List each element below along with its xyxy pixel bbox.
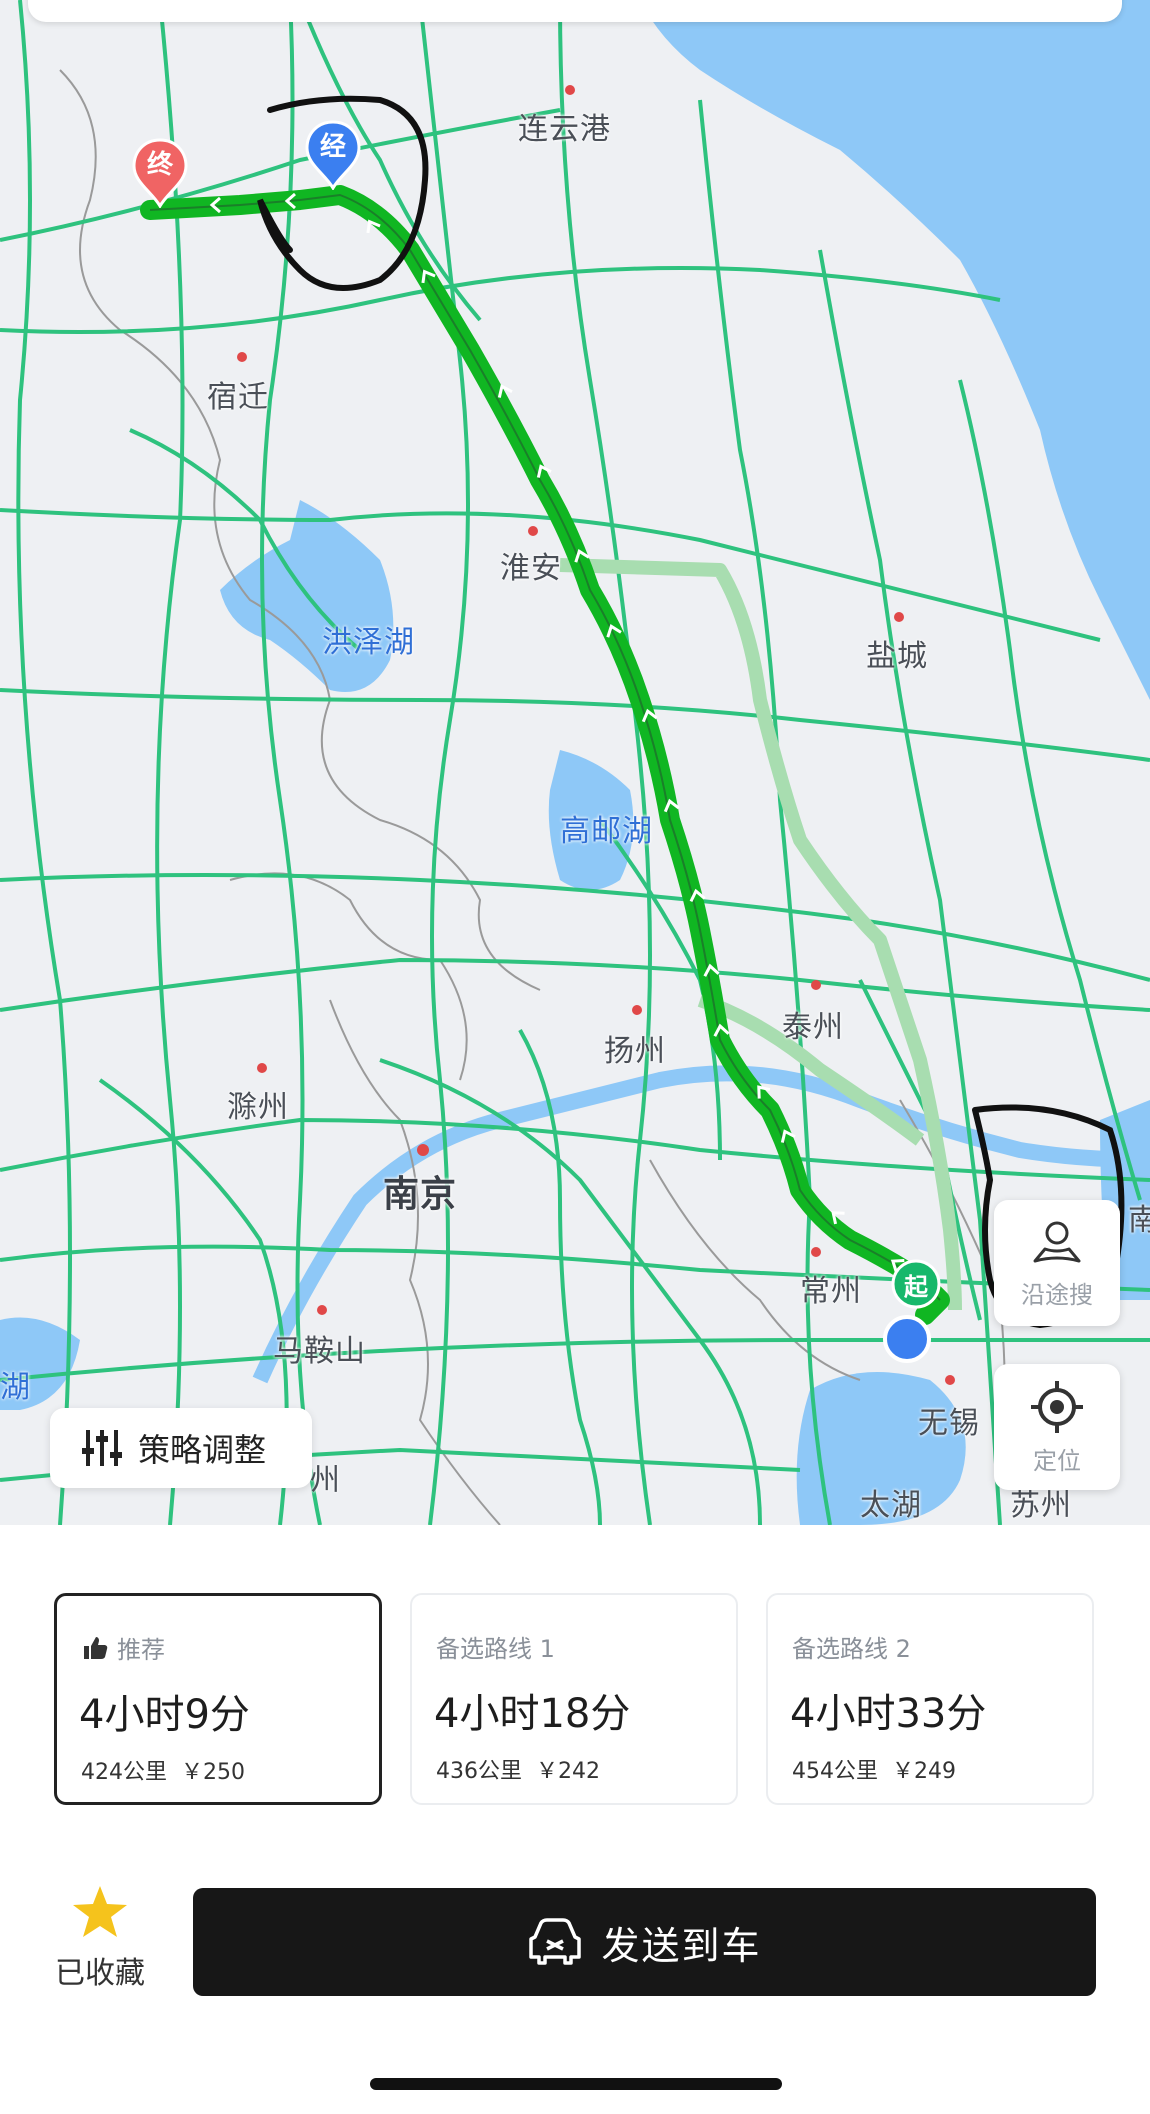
- route-duration: 4小时33分: [790, 1691, 987, 1737]
- route-card-alt-2[interactable]: 备选路线 2 4小时33分 454公里 ￥249: [766, 1593, 1094, 1805]
- strategy-adjust-label: 策略调整: [138, 1431, 267, 1469]
- city-label-chuzhou: 滁州: [227, 1090, 289, 1125]
- send-to-car-label: 发送到车: [601, 1923, 762, 1968]
- start-marker-label: 起: [904, 1272, 928, 1301]
- city-label-nanjing: 南京: [383, 1174, 458, 1215]
- route-meta: 454公里 ￥249: [792, 1753, 956, 1785]
- locate-button[interactable]: 定位: [994, 1364, 1120, 1490]
- start-marker[interactable]: 起: [890, 1258, 942, 1310]
- route-toll: ￥250: [181, 1760, 245, 1785]
- route-toll: ￥242: [536, 1759, 600, 1784]
- city-label-yangzhou: 扬州: [604, 1034, 666, 1069]
- route-tag-label: 备选路线 1: [436, 1635, 555, 1663]
- route-distance: 424公里: [81, 1760, 167, 1785]
- along-search-label: 沿途搜: [1021, 1280, 1093, 1309]
- route-duration: 4小时9分: [79, 1692, 250, 1738]
- route-tag-label: 备选路线 2: [792, 1635, 911, 1663]
- via-marker[interactable]: 经: [305, 120, 361, 192]
- sea-area: [640, 0, 1150, 700]
- along-search-button[interactable]: 沿途搜: [994, 1200, 1120, 1326]
- locate-crosshair-icon: [1031, 1380, 1083, 1433]
- lake-label-taihu: 太湖: [860, 1488, 922, 1523]
- route-duration: 4小时18分: [434, 1691, 631, 1737]
- route-tag: 推荐: [81, 1630, 165, 1665]
- route-tag-label: 推荐: [117, 1636, 165, 1664]
- city-label-taizhou: 泰州: [782, 1010, 844, 1045]
- lake-label-hongzehu: 洪泽湖: [322, 625, 415, 660]
- favorite-button[interactable]: 已收藏: [40, 1884, 160, 1994]
- city-label-yancheng: 盐城: [866, 639, 928, 674]
- route-meta: 436公里 ￥242: [436, 1753, 600, 1785]
- end-marker[interactable]: 终: [132, 138, 188, 210]
- route-card-recommended[interactable]: 推荐 4小时9分 424公里 ￥250: [54, 1593, 382, 1805]
- route-distance: 454公里: [792, 1759, 878, 1784]
- star-icon: [73, 1886, 127, 1937]
- map-canvas: [0, 0, 1150, 1525]
- sliders-icon: [82, 1430, 122, 1466]
- route-card-alt-1[interactable]: 备选路线 1 4小时18分 436公里 ￥242: [410, 1593, 738, 1805]
- lake-label-gaoyouhu: 高邮湖: [560, 814, 653, 849]
- end-marker-label: 终: [146, 149, 173, 180]
- route-tag: 备选路线 1: [436, 1629, 555, 1664]
- via-marker-label: 经: [319, 131, 346, 162]
- person-map-icon: [1033, 1221, 1081, 1262]
- route-toll: ￥249: [892, 1759, 956, 1784]
- city-label-lianyungang: 连云港: [518, 112, 611, 147]
- city-label-wuxi: 无锡: [918, 1406, 980, 1441]
- route-meta: 424公里 ￥250: [81, 1754, 245, 1786]
- thumbs-up-icon: [84, 1636, 108, 1659]
- route-distance: 436公里: [436, 1759, 522, 1784]
- locate-label: 定位: [1033, 1446, 1081, 1475]
- city-label-changzhou: 常州: [800, 1274, 862, 1309]
- favorite-label: 已收藏: [55, 1956, 145, 1991]
- current-location-dot: [883, 1315, 931, 1363]
- strategy-adjust-button[interactable]: 策略调整: [50, 1408, 312, 1488]
- car-icon: [529, 1918, 582, 1965]
- send-to-car-button[interactable]: 发送到车: [193, 1888, 1096, 1996]
- home-indicator[interactable]: [370, 2078, 782, 2090]
- search-card[interactable]: [28, 0, 1122, 22]
- city-label-maanshan: 马鞍山: [273, 1334, 366, 1369]
- lake-label-left: 湖: [0, 1370, 31, 1405]
- map-view[interactable]: 连云港 宿迁 淮安 洪泽湖 盐城 高邮湖 泰州 扬州 滁州 南京 常州 马鞍山 …: [0, 0, 1150, 1525]
- city-label-suqian: 宿迁: [207, 380, 269, 415]
- city-label-zhou-fragment: 州: [310, 1463, 341, 1498]
- route-tag: 备选路线 2: [792, 1629, 911, 1664]
- city-label-huaian: 淮安: [500, 551, 562, 586]
- city-label-nan-edge: 南: [1128, 1203, 1150, 1238]
